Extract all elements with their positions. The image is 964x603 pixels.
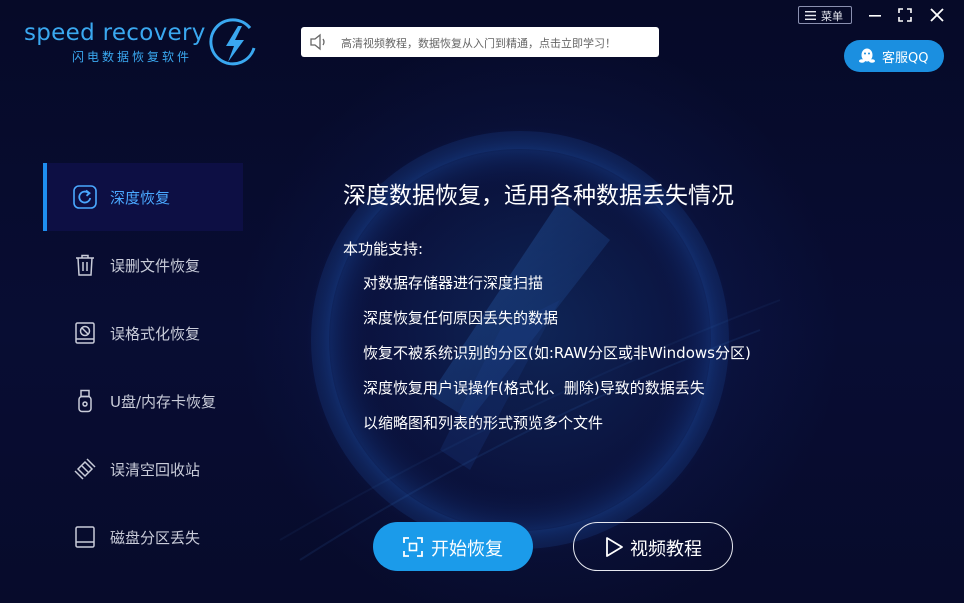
maximize-icon[interactable] bbox=[896, 6, 914, 24]
scan-icon bbox=[403, 537, 423, 557]
recycle-bin-icon bbox=[74, 458, 96, 480]
sidebar-item-usb-recovery[interactable]: U盘/内存卡恢复 bbox=[43, 367, 243, 435]
start-recovery-button[interactable]: 开始恢复 bbox=[373, 522, 533, 571]
sidebar-item-deleted-files[interactable]: 误删文件恢复 bbox=[43, 231, 243, 299]
lightning-logo-icon bbox=[209, 18, 256, 66]
feature-list: 对数据存储器进行深度扫描 深度恢复任何原因丢失的数据 恢复不被系统识别的分区(如… bbox=[363, 272, 751, 447]
video-tutorial-label: 视频教程 bbox=[630, 539, 702, 560]
support-label: 本功能支持: bbox=[343, 240, 424, 258]
sidebar-item-deep-recovery[interactable]: 深度恢复 bbox=[43, 163, 243, 231]
menu-label: 菜单 bbox=[821, 10, 843, 23]
sidebar-item-label: 误删文件恢复 bbox=[110, 257, 201, 275]
deep-recovery-icon bbox=[73, 185, 97, 209]
feature-item: 恢复不被系统识别的分区(如:RAW分区或非Windows分区) bbox=[363, 344, 751, 362]
sidebar-item-label: 误格式化恢复 bbox=[110, 325, 201, 343]
play-icon bbox=[606, 537, 623, 557]
sidebar-item-label: 磁盘分区丢失 bbox=[110, 529, 201, 547]
sidebar-item-partition-lost[interactable]: 磁盘分区丢失 bbox=[43, 503, 243, 571]
sidebar-item-label: U盘/内存卡恢复 bbox=[110, 393, 217, 411]
partition-icon bbox=[75, 526, 95, 548]
logo-text: speed recovery bbox=[24, 20, 206, 46]
minimize-icon[interactable] bbox=[866, 6, 884, 24]
app-logo: speed recovery 闪电数据恢复软件 bbox=[24, 18, 264, 70]
close-icon[interactable] bbox=[928, 6, 946, 24]
hamburger-icon bbox=[805, 11, 816, 20]
feature-item: 深度恢复用户误操作(格式化、删除)导致的数据丢失 bbox=[363, 379, 705, 397]
feature-item: 以缩略图和列表的形式预览多个文件 bbox=[363, 414, 604, 432]
logo-subtitle: 闪电数据恢复软件 bbox=[72, 50, 193, 64]
customer-service-qq-button[interactable]: 客服QQ bbox=[844, 40, 944, 72]
notice-bar[interactable]: 高清视频教程，数据恢复从入门到精通，点击立即学习！ bbox=[301, 27, 659, 57]
sidebar-item-format-recovery[interactable]: 误格式化恢复 bbox=[43, 299, 243, 367]
feature-item: 对数据存储器进行深度扫描 bbox=[363, 274, 544, 292]
video-tutorial-button[interactable]: 视频教程 bbox=[573, 522, 733, 571]
trash-icon bbox=[76, 254, 94, 276]
notice-text: 高清视频教程，数据恢复从入门到精通，点击立即学习！ bbox=[341, 37, 616, 50]
start-recovery-label: 开始恢复 bbox=[431, 539, 503, 560]
sidebar-item-label: 误清空回收站 bbox=[110, 461, 201, 479]
qq-label: 客服QQ bbox=[882, 51, 929, 66]
content-title: 深度数据恢复，适用各种数据丢失情况 bbox=[343, 183, 734, 209]
qq-penguin-icon bbox=[859, 48, 875, 63]
feature-item: 深度恢复任何原因丢失的数据 bbox=[363, 309, 559, 327]
sidebar-item-label: 深度恢复 bbox=[110, 189, 171, 207]
format-disk-icon bbox=[75, 322, 95, 344]
sidebar-item-recycle-bin[interactable]: 误清空回收站 bbox=[43, 435, 243, 503]
speaker-icon bbox=[310, 33, 325, 51]
usb-drive-icon bbox=[78, 389, 92, 413]
menu-button[interactable]: 菜单 bbox=[798, 6, 852, 24]
app-window: speed recovery 闪电数据恢复软件 高清视频教程，数据恢复从入门到精… bbox=[0, 0, 964, 603]
